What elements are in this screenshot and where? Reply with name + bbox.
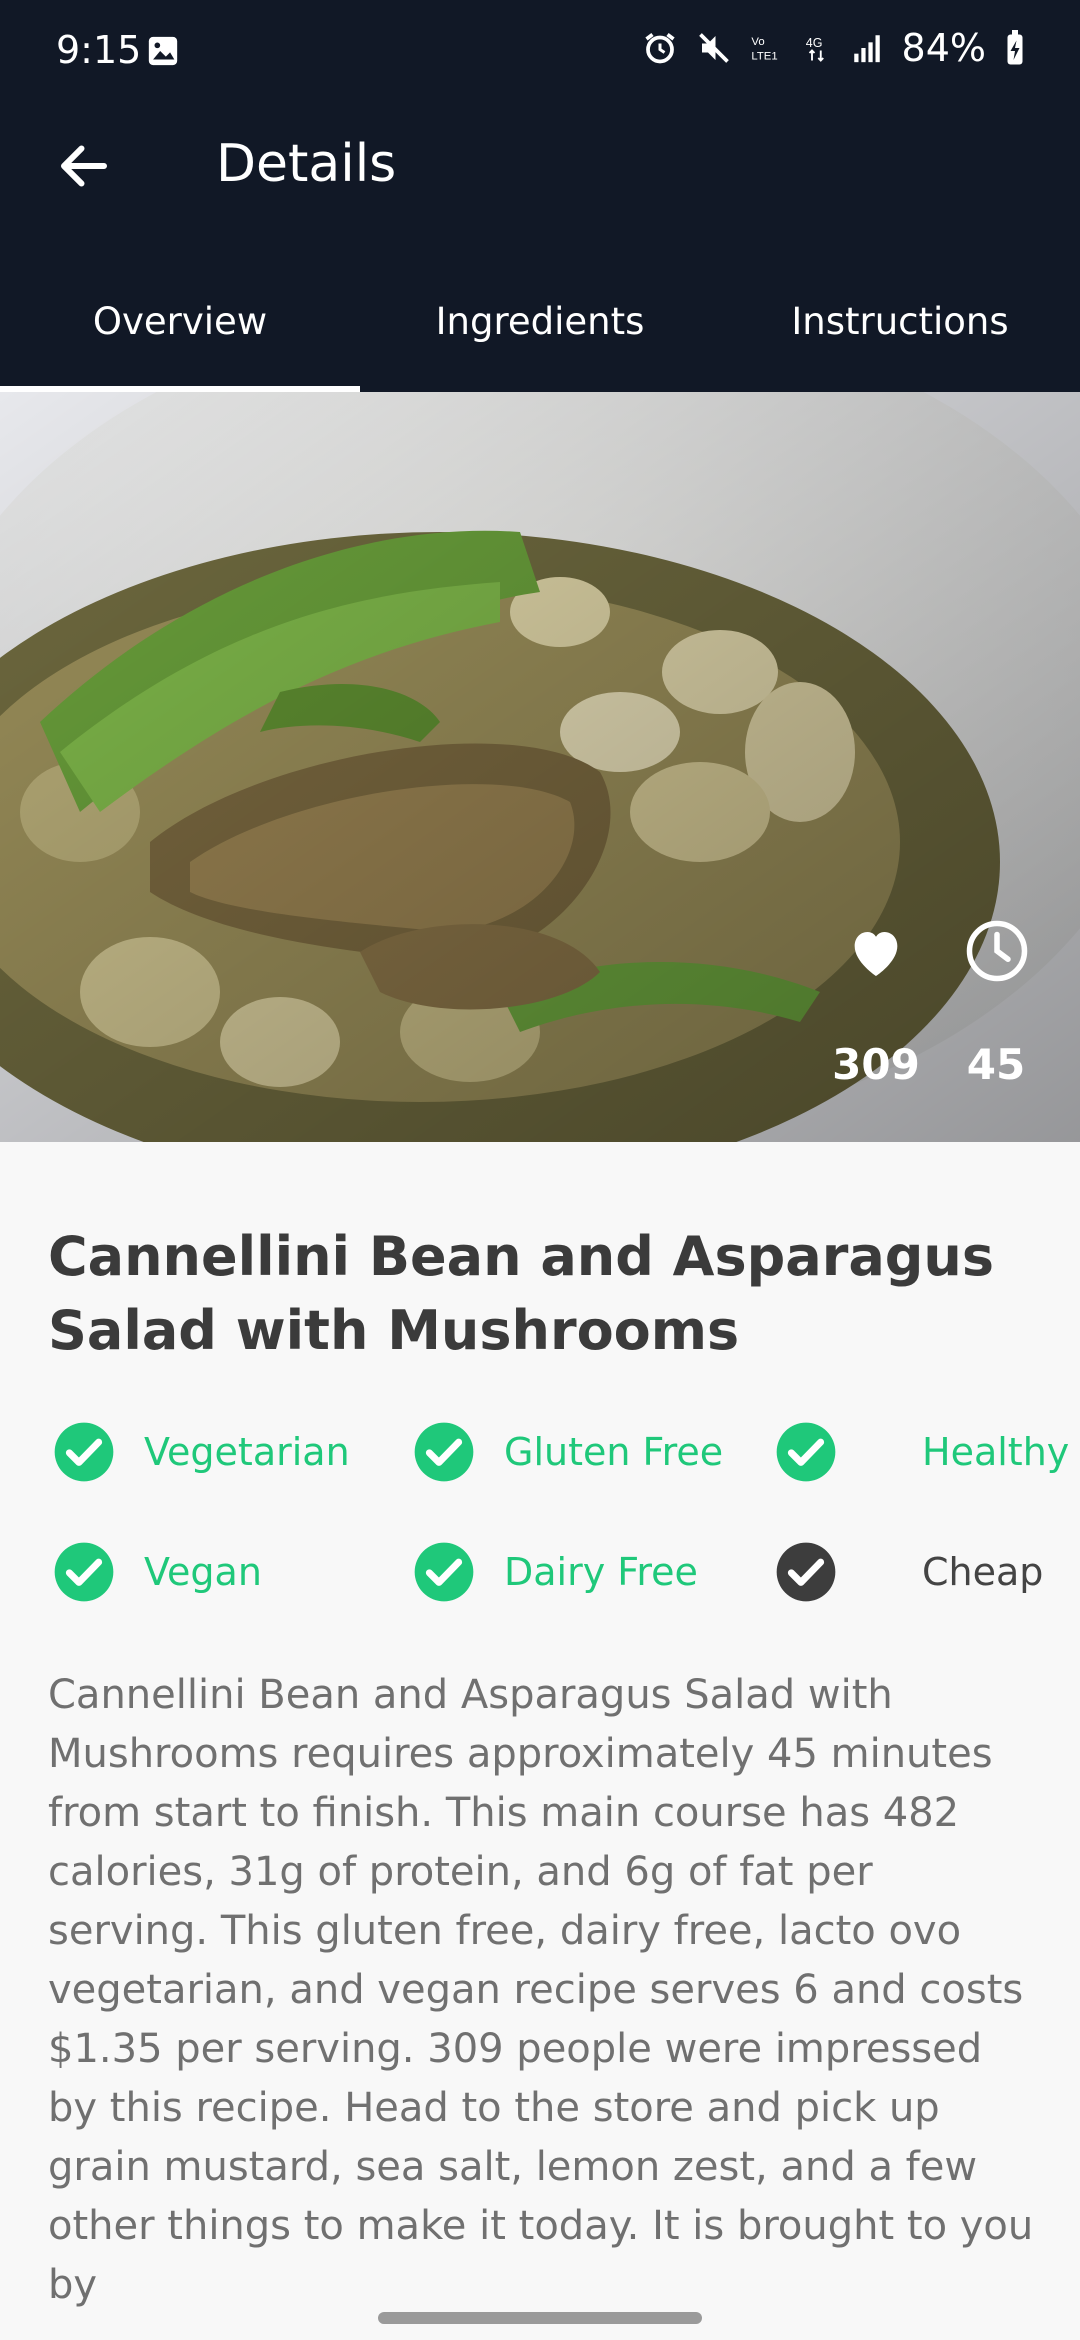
badge-vegan: Vegan <box>52 1540 262 1604</box>
recipe-header: Cannellini Bean and Asparagus Salad with… <box>48 1220 1038 1368</box>
check-circle-icon <box>54 1422 114 1482</box>
badge-dairy-free: Dairy Free <box>412 1540 698 1604</box>
badge-healthy: Healthy <box>774 1420 1069 1484</box>
badge-label: Healthy <box>922 1430 1070 1474</box>
battery-charging-icon <box>1007 30 1023 65</box>
likes-count: 309 <box>832 1040 920 1089</box>
page-title: Details <box>216 134 397 194</box>
status-time: 9:15 <box>56 28 142 72</box>
status-icons: Vo LTE1 4G 84% <box>642 26 1026 70</box>
badge-vegetarian: Vegetarian <box>52 1420 350 1484</box>
badge-label: Vegetarian <box>144 1430 350 1474</box>
check-circle-icon <box>776 1542 836 1602</box>
mute-icon <box>698 33 729 63</box>
tab-bar: Overview Ingredients Instructions <box>0 280 1080 392</box>
heart-icon <box>854 932 898 976</box>
app-bar: Details <box>0 110 1080 230</box>
badge-label: Dairy Free <box>504 1550 698 1594</box>
check-circle-icon <box>414 1422 474 1482</box>
badge-label: Gluten Free <box>504 1430 724 1474</box>
battery-percent: 84% <box>901 26 986 70</box>
svg-text:4G: 4G <box>805 36 822 50</box>
recipe-image <box>0 392 1080 1142</box>
badge-label: Vegan <box>144 1550 262 1594</box>
tab-overview[interactable]: Overview <box>0 280 360 392</box>
check-circle-icon <box>776 1422 836 1482</box>
cook-time: 45 <box>966 1040 1026 1089</box>
recipe-title: Cannellini Bean and Asparagus Salad with… <box>48 1225 995 1362</box>
tab-instructions[interactable]: Instructions <box>720 280 1080 392</box>
svg-text:LTE1: LTE1 <box>751 50 777 62</box>
check-circle-icon <box>414 1542 474 1602</box>
tab-ingredients[interactable]: Ingredients <box>360 280 720 392</box>
4g-icon: 4G <box>805 36 824 62</box>
signal-icon <box>853 35 880 63</box>
back-arrow-icon[interactable] <box>54 136 114 196</box>
badge-cheap: Cheap <box>774 1540 1043 1604</box>
alarm-icon <box>644 33 675 64</box>
recipe-summary: Cannellini Bean and Asparagus Salad with… <box>48 1672 1034 2308</box>
badge-label: Cheap <box>922 1550 1044 1594</box>
gallery-icon <box>148 36 178 66</box>
clock-icon <box>966 920 1028 982</box>
home-indicator[interactable] <box>378 2312 702 2324</box>
badge-gluten-free: Gluten Free <box>412 1420 723 1484</box>
check-circle-icon <box>54 1542 114 1602</box>
svg-text:Vo: Vo <box>751 36 764 48</box>
volte-icon: Vo LTE1 <box>751 36 777 62</box>
status-bar: 9:15 Vo LTE1 4G 84% <box>0 0 1080 110</box>
